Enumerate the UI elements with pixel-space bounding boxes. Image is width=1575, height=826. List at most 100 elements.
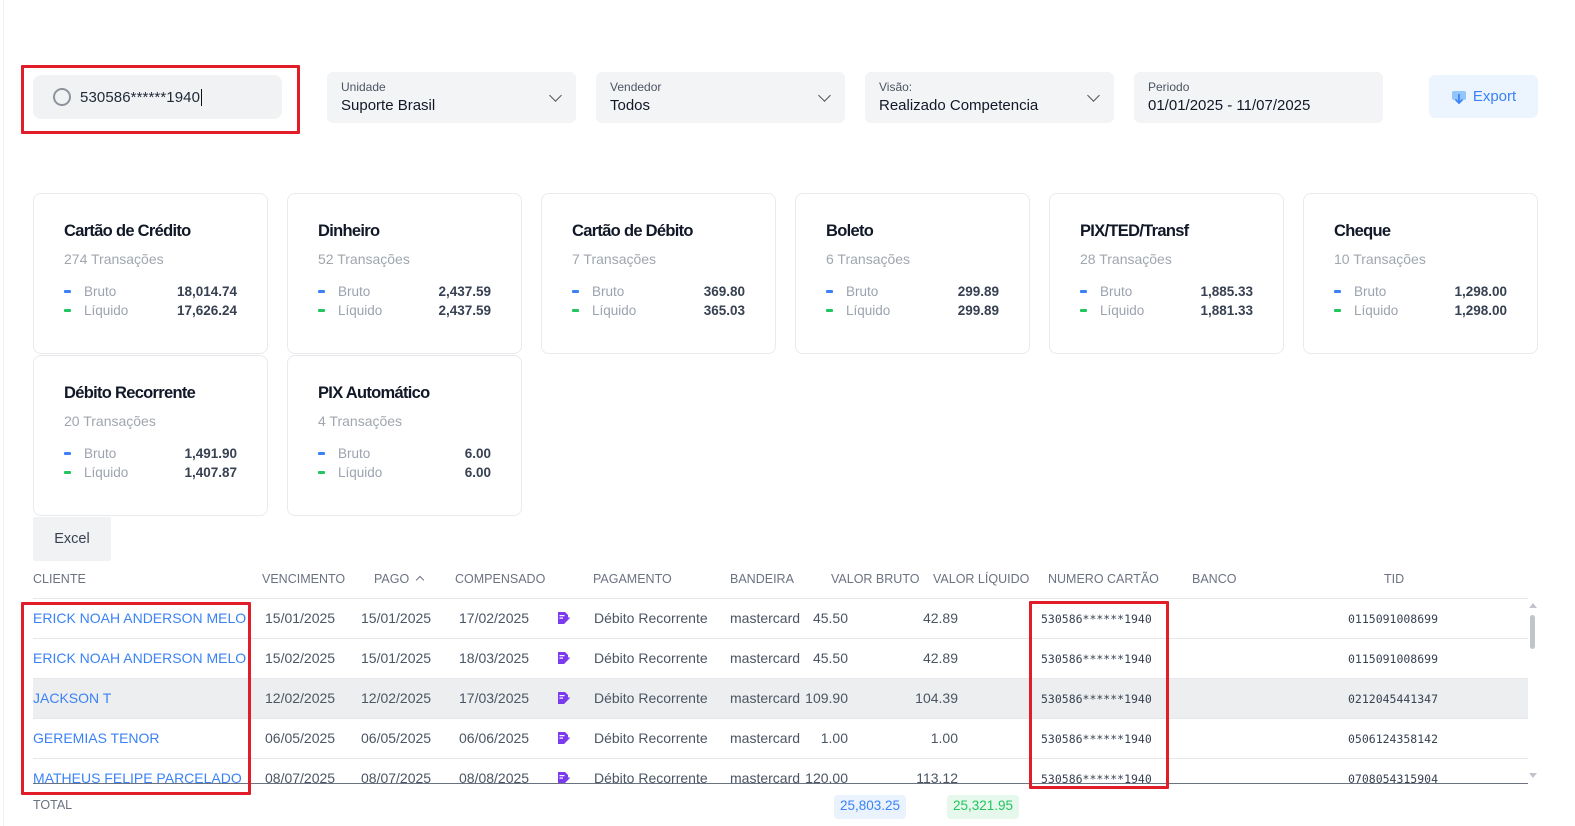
card-liquido-row: Líquido 1,298.00 — [1334, 303, 1507, 318]
column-header-label: PAGAMENTO — [593, 572, 672, 586]
edit-card-icon[interactable] — [556, 771, 570, 783]
visao-select[interactable]: Visão: Realizado Competencia — [865, 72, 1114, 123]
liquido-value: 1,298.00 — [1454, 303, 1507, 318]
column-header-label: BANDEIRA — [730, 572, 794, 586]
card-bruto-row: Bruto 18,014.74 — [64, 284, 237, 299]
table-row[interactable]: MATHEUS FELIPE PARCELADO 08/07/2025 08/07/… — [33, 759, 1528, 783]
excel-label: Excel — [54, 531, 90, 547]
column-header[interactable]: VENCIMENTO — [262, 572, 345, 586]
client-link[interactable]: ERICK NOAH ANDERSON MELO — [33, 610, 246, 626]
liquido-value: 365.03 — [703, 303, 745, 318]
table-scrollbar-thumb[interactable] — [1530, 615, 1535, 649]
card-liquido-row: Líquido 1,881.33 — [1080, 303, 1253, 318]
unidade-value: Suporte Brasil — [341, 97, 436, 114]
liquido-label: Líquido — [846, 303, 891, 318]
bruto-label: Bruto — [592, 284, 625, 299]
card-bruto-row: Bruto 6.00 — [318, 446, 491, 461]
numero-cartao-cell: 530586******1940 — [1041, 772, 1152, 783]
tid-cell: 0115091008699 — [1348, 652, 1439, 666]
card-bruto-row: Bruto 369.80 — [572, 284, 745, 299]
column-header-label: VENCIMENTO — [262, 572, 346, 586]
card-transaction-count: 28 Transações — [1080, 251, 1172, 267]
search-input[interactable]: 530586******1940 — [33, 75, 282, 119]
table-body: ERICK NOAH ANDERSON MELO 15/01/2025 15/01/… — [0, 599, 1575, 783]
card-title: PIX Automático — [318, 384, 430, 402]
liquido-label: Líquido — [338, 465, 383, 480]
liquido-legend-dash — [826, 309, 833, 312]
pagamento-cell: Débito Recorrente — [594, 730, 708, 746]
pagamento-cell: Débito Recorrente — [594, 770, 708, 783]
edit-card-icon[interactable] — [556, 691, 570, 705]
table-row[interactable]: ERICK NOAH ANDERSON MELO 15/02/2025 15/01/… — [33, 639, 1528, 679]
valor-bruto-cell: 45.50 — [812, 610, 848, 626]
vencimento-cell: 15/02/2025 — [265, 650, 336, 666]
column-header[interactable]: COMPENSADO — [455, 572, 545, 586]
card-bruto-row: Bruto 1,491.90 — [64, 446, 237, 461]
table-row[interactable]: ERICK NOAH ANDERSON MELO 15/01/2025 15/01/… — [33, 599, 1528, 639]
valor-liquido-cell: 104.39 — [915, 690, 958, 706]
liquido-legend-dash — [572, 309, 579, 312]
column-header[interactable]: NUMERO CARTÃO — [1048, 572, 1159, 586]
compensado-cell: 08/08/2025 — [459, 770, 530, 783]
column-header[interactable]: BANDEIRA — [730, 572, 794, 586]
edit-card-icon[interactable] — [556, 731, 570, 745]
column-header[interactable]: CLIENTE — [33, 572, 86, 586]
pagamento-cell: Débito Recorrente — [594, 690, 708, 706]
bruto-label: Bruto — [338, 284, 371, 299]
column-header[interactable]: PAGAMENTO — [593, 572, 672, 586]
summary-card: Cartão de Crédito 274 Transações Bruto 18,0… — [33, 193, 268, 354]
column-header-label: CLIENTE — [33, 572, 86, 586]
card-title: Débito Recorrente — [64, 384, 196, 402]
total-bruto: 25,803.25 — [834, 795, 907, 819]
column-header-label: PAGO — [374, 572, 410, 586]
periodo-value: 01/01/2025 - 11/07/2025 — [1148, 97, 1311, 114]
column-header[interactable]: TID — [1384, 572, 1404, 586]
card-title: Boleto — [826, 222, 874, 240]
card-transaction-count: 52 Transações — [318, 251, 410, 267]
card-transaction-count: 7 Transações — [572, 251, 657, 267]
tid-cell: 0506124358142 — [1348, 732, 1439, 746]
bruto-value: 18,014.74 — [176, 284, 237, 299]
numero-cartao-cell: 530586******1940 — [1041, 612, 1152, 626]
periodo-picker[interactable]: Periodo 01/01/2025 - 11/07/2025 — [1134, 72, 1383, 123]
liquido-value: 2,437.59 — [438, 303, 491, 318]
bruto-value: 1,885.33 — [1200, 284, 1253, 299]
bruto-legend-dash — [1334, 290, 1341, 293]
card-bruto-row: Bruto 1,885.33 — [1080, 284, 1253, 299]
summary-card: PIX Automático 4 Transações Bruto 6.00 Líqui… — [287, 355, 522, 516]
column-header[interactable]: VALOR BRUTO — [831, 572, 919, 586]
tid-cell: 0212045441347 — [1348, 692, 1439, 706]
card-liquido-row: Líquido 365.03 — [572, 303, 745, 318]
sort-asc-icon — [415, 575, 425, 585]
vencimento-cell: 06/05/2025 — [265, 730, 336, 746]
client-link[interactable]: JACKSON T — [33, 690, 111, 706]
client-link[interactable]: ERICK NOAH ANDERSON MELO — [33, 650, 246, 666]
vendedor-select[interactable]: Vendedor Todos — [596, 72, 845, 123]
summary-card: Cheque 10 Transações Bruto 1,298.00 Líquido 1… — [1303, 193, 1538, 354]
table-row[interactable]: JACKSON T 12/02/2025 12/02/2025 17/03/2025 D… — [33, 679, 1528, 719]
summary-card: Débito Recorrente 20 Transações Bruto 1,491… — [33, 355, 268, 516]
excel-button[interactable]: Excel — [33, 517, 111, 561]
edit-card-icon[interactable] — [556, 611, 570, 625]
pago-cell: 15/01/2025 — [361, 650, 432, 666]
scroll-up-arrow[interactable] — [1529, 603, 1537, 608]
client-link[interactable]: GEREMIAS TENOR — [33, 730, 160, 746]
column-header[interactable]: PAGO — [374, 572, 425, 586]
export-button[interactable]: Export — [1429, 75, 1538, 118]
column-header[interactable]: VALOR LÍQUIDO — [933, 572, 1029, 586]
liquido-value: 299.89 — [957, 303, 999, 318]
column-header[interactable]: BANCO — [1192, 572, 1236, 586]
card-transaction-count: 274 Transações — [64, 251, 164, 267]
numero-cartao-cell: 530586******1940 — [1041, 692, 1152, 706]
card-liquido-row: Líquido 299.89 — [826, 303, 999, 318]
edit-card-icon[interactable] — [556, 651, 570, 665]
pago-cell: 15/01/2025 — [361, 610, 432, 626]
page: 530586******1940 Unidade Suporte Brasil … — [0, 0, 1575, 826]
client-link[interactable]: MATHEUS FELIPE PARCELADO — [33, 770, 242, 783]
unidade-select[interactable]: Unidade Suporte Brasil — [327, 72, 576, 123]
liquido-label: Líquido — [84, 465, 129, 480]
compensado-cell: 18/03/2025 — [459, 650, 530, 666]
liquido-legend-dash — [64, 309, 71, 312]
table-row[interactable]: GEREMIAS TENOR 06/05/2025 06/05/2025 06/06/… — [33, 719, 1528, 759]
scroll-down-arrow[interactable] — [1529, 773, 1537, 778]
